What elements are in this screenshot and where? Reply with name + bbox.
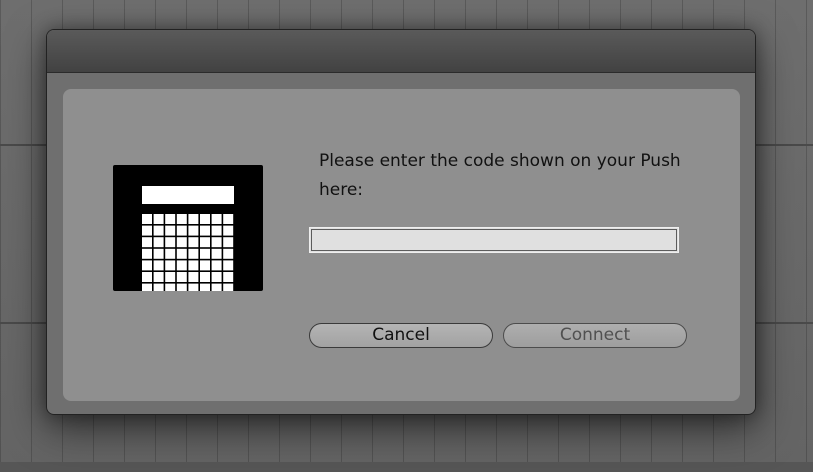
pad-square: [200, 248, 210, 259]
pad-square: [200, 214, 210, 224]
pad-square: [165, 225, 176, 236]
push-device-graphic: [142, 186, 234, 291]
pad-square: [153, 248, 164, 259]
pad-square: [200, 272, 210, 282]
pad-square: [142, 260, 152, 271]
pad-square: [165, 283, 176, 291]
cancel-button[interactable]: Cancel: [309, 323, 493, 348]
pad-square: [153, 237, 164, 248]
pad-square: [223, 260, 234, 271]
pad-square: [176, 214, 187, 224]
pad-square: [142, 214, 152, 224]
pad-square: [176, 272, 187, 282]
pad-square: [223, 237, 234, 248]
pad-square: [165, 272, 176, 282]
pad-square: [188, 248, 199, 259]
pad-square: [153, 214, 164, 224]
prompt-text: Please enter the code shown on your Push…: [319, 151, 681, 200]
pad-square: [188, 225, 199, 236]
pad-square: [142, 225, 152, 236]
pad-square: [188, 272, 199, 282]
pad-square: [211, 283, 222, 291]
pad-square: [211, 260, 222, 271]
pad-square: [176, 260, 187, 271]
pad-square: [176, 225, 187, 236]
pad-square: [188, 283, 199, 291]
pad-square: [153, 272, 164, 282]
pad-square: [176, 248, 187, 259]
pad-square: [142, 237, 152, 248]
pad-square: [142, 272, 152, 282]
pad-square: [223, 214, 234, 224]
push-device-icon: [113, 165, 263, 291]
pad-square: [200, 260, 210, 271]
dialog-titlebar[interactable]: [47, 30, 755, 73]
pad-square: [153, 260, 164, 271]
pad-square: [211, 237, 222, 248]
pad-square: [211, 272, 222, 282]
pad-square: [176, 283, 187, 291]
dialog-content-panel: Please enter the code shown on your Push…: [63, 89, 740, 401]
pad-square: [200, 225, 210, 236]
pad-square: [176, 237, 187, 248]
pad-square: [188, 237, 199, 248]
connect-button[interactable]: Connect: [503, 323, 687, 348]
pad-square: [200, 237, 210, 248]
pad-square: [165, 237, 176, 248]
pad-square: [211, 225, 222, 236]
pad-square: [165, 260, 176, 271]
pad-square: [211, 214, 222, 224]
pad-square: [188, 260, 199, 271]
background-strip: [0, 462, 813, 472]
pad-square: [223, 272, 234, 282]
pad-square: [223, 283, 234, 291]
pad-square: [200, 283, 210, 291]
code-input[interactable]: [309, 227, 679, 253]
pad-square: [223, 225, 234, 236]
pairing-dialog: Please enter the code shown on your Push…: [46, 29, 756, 415]
pad-square: [153, 225, 164, 236]
pad-square: [188, 214, 199, 224]
pad-square: [153, 283, 164, 291]
pad-square: [223, 248, 234, 259]
pad-square: [211, 248, 222, 259]
pad-square: [165, 248, 176, 259]
pad-square: [142, 248, 152, 259]
pad-square: [142, 283, 152, 291]
pad-square: [165, 214, 176, 224]
